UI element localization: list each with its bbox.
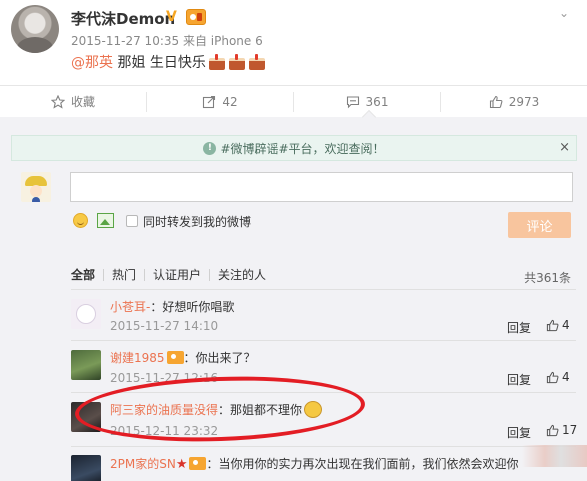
comment-text: ：好想听你唱歌 xyxy=(150,300,235,314)
commenter-name[interactable]: 小苍耳- xyxy=(110,300,150,314)
like-button[interactable]: 2973 xyxy=(440,91,587,112)
thumbs-up-icon xyxy=(546,424,559,436)
member-badge-icon xyxy=(166,351,184,364)
post-source: 来自 iPhone 6 xyxy=(182,34,263,48)
reply-button[interactable]: 回复 xyxy=(507,371,531,388)
commenter-name[interactable]: 谢建1985 xyxy=(110,351,165,365)
close-icon[interactable]: × xyxy=(559,140,570,155)
post-action-bar: 收藏 42 361 2973 xyxy=(0,85,587,117)
comment-time: 2015-11-27 14:10 xyxy=(110,319,219,333)
repost-count: 42 xyxy=(222,94,238,109)
comment-button[interactable]: 361 xyxy=(293,91,440,112)
like-count: 2973 xyxy=(508,94,540,109)
filter-following[interactable]: 关注的人 xyxy=(209,269,274,281)
comment-input[interactable] xyxy=(70,172,573,202)
commenter-avatar[interactable] xyxy=(71,350,101,380)
notice-text[interactable]: #微博辟谣#平台，欢迎查阅！ xyxy=(220,140,384,157)
comment-text: ：你出来了？ xyxy=(183,351,256,365)
image-icon[interactable] xyxy=(97,213,114,228)
commenter-avatar[interactable] xyxy=(71,299,101,329)
current-user-avatar xyxy=(21,172,51,202)
favorite-button[interactable]: 收藏 xyxy=(0,92,146,112)
comment-like-count: 4 xyxy=(562,318,570,332)
comment-row: 小苍耳-：好想听你唱歌 xyxy=(110,298,234,315)
comment-row: 2PM家的SN★ ：当你用你的实力再次出现在我们面前，我们依然会欢迎你 xyxy=(110,455,519,472)
filter-hot[interactable]: 热门 xyxy=(103,269,144,281)
post-meta: 2015-11-27 10:35 来自 iPhone 6 xyxy=(71,32,263,49)
filter-verified[interactable]: 认证用户 xyxy=(144,269,209,281)
cake-icon xyxy=(248,54,266,70)
star-outline-icon xyxy=(50,94,65,109)
divider xyxy=(71,340,576,341)
repost-checkbox-label[interactable]: 同时转发到我的微博 xyxy=(143,213,251,230)
member-badge-icon[interactable] xyxy=(186,9,206,25)
emoji-icon[interactable] xyxy=(73,213,88,228)
member-badge-icon xyxy=(189,457,207,470)
weibo-post: 李代沫Demon V ⌄ 2015-11-27 10:35 来自 iPhone … xyxy=(0,0,587,85)
divider xyxy=(71,289,576,290)
notice-banner: ! #微博辟谣#平台，欢迎查阅！ xyxy=(11,135,577,161)
comment-row: 谢建1985 ：你出来了？ xyxy=(110,349,256,366)
repost-icon xyxy=(203,95,216,108)
post-body: @那英 那姐 生日快乐 xyxy=(71,52,266,72)
chevron-down-icon[interactable]: ⌄ xyxy=(559,6,569,20)
thumbs-up-icon xyxy=(546,371,559,383)
watermark-blur xyxy=(522,445,587,467)
divider xyxy=(71,446,576,447)
repost-checkbox[interactable] xyxy=(126,215,138,227)
thumbs-up-icon xyxy=(546,319,559,331)
comment-filters: 全部 热门 认证用户 关注的人 xyxy=(71,269,274,281)
post-timestamp[interactable]: 2015-11-27 10:35 xyxy=(71,34,179,48)
comment-count: 361 xyxy=(365,94,389,109)
author-name[interactable]: 李代沫Demon xyxy=(71,8,175,29)
mention-link[interactable]: @那英 xyxy=(71,55,113,71)
submit-comment-button[interactable]: 评论 xyxy=(508,212,571,238)
verified-icon: V xyxy=(166,9,177,25)
cake-icon xyxy=(208,54,226,70)
thumbs-up-icon xyxy=(489,95,503,108)
filter-all[interactable]: 全部 xyxy=(71,269,103,281)
repost-button[interactable]: 42 xyxy=(146,91,293,112)
post-text: 那姐 生日快乐 xyxy=(113,55,206,71)
comment-like-count: 17 xyxy=(562,423,578,437)
info-icon: ! xyxy=(203,141,217,155)
star-icon: ★ xyxy=(175,457,188,472)
comment-like-button[interactable]: 4 xyxy=(546,318,570,332)
comment-like-button[interactable]: 4 xyxy=(546,370,570,384)
cake-icon xyxy=(228,54,246,70)
comment-icon xyxy=(346,95,359,108)
reply-button[interactable]: 回复 xyxy=(507,424,531,441)
comment-text: ：当你用你的实力再次出现在我们面前，我们依然会欢迎你 xyxy=(206,457,519,471)
comment-like-count: 4 xyxy=(562,370,570,384)
favorite-label: 收藏 xyxy=(70,95,95,109)
comment-like-button[interactable]: 17 xyxy=(546,423,577,437)
commenter-name[interactable]: 2PM家的SN xyxy=(110,457,176,471)
comment-total: 共361条 xyxy=(524,271,571,285)
commenter-avatar[interactable] xyxy=(71,455,101,481)
reply-button[interactable]: 回复 xyxy=(507,319,531,336)
author-avatar[interactable] xyxy=(11,5,59,53)
